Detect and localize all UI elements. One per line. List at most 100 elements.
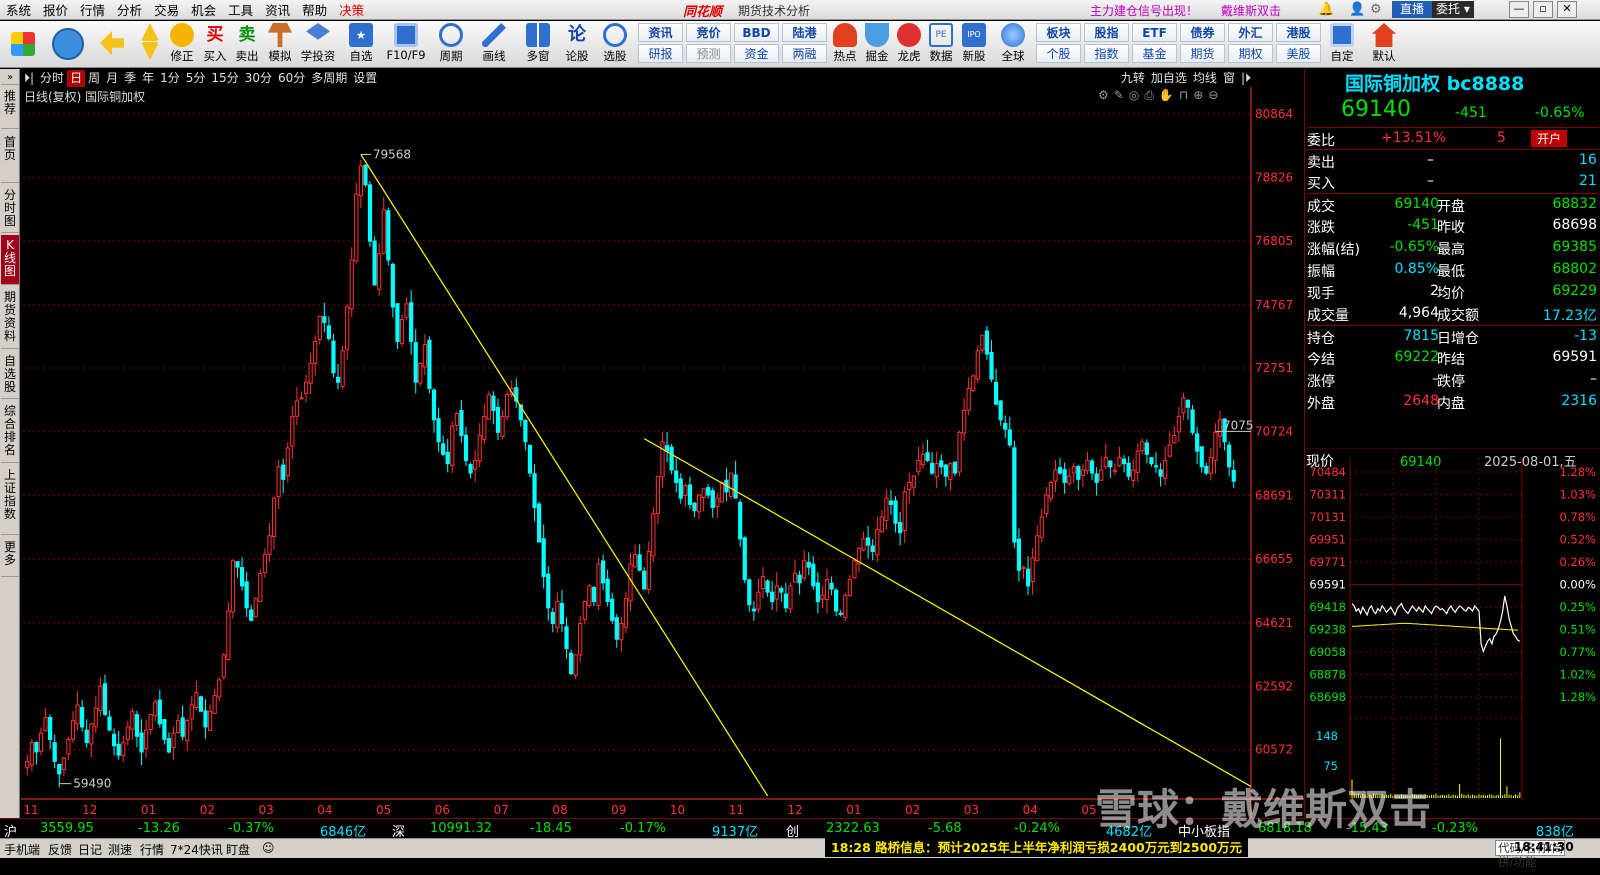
toolbar-btn-0[interactable]: 修正 xyxy=(166,23,198,66)
user-button[interactable]: 委托 ▾ xyxy=(1432,1,1474,18)
left-nav-item-7[interactable]: 上证指数 xyxy=(1,465,19,535)
toolbar-btn-17[interactable]: 全球 xyxy=(994,23,1032,66)
tb-text-bottom-9[interactable]: 美股 xyxy=(1276,44,1321,63)
period-15min[interactable]: 15分 xyxy=(208,70,241,87)
period-30min[interactable]: 30分 xyxy=(242,70,275,87)
period-60min[interactable]: 60分 xyxy=(275,70,308,87)
user-icon[interactable]: 👤 xyxy=(1349,2,1365,17)
zoom-out-icon[interactable]: ⊖ xyxy=(1208,88,1223,102)
promo-link-1[interactable]: 主力建仓信号出现！ xyxy=(1090,2,1198,19)
sh-value[interactable]: 3559.95 xyxy=(40,821,94,836)
eye-icon[interactable]: ◎ xyxy=(1129,88,1144,102)
hand-icon[interactable]: ✋ xyxy=(1159,88,1179,102)
menu-tools[interactable]: 工具 xyxy=(222,0,259,19)
bottom-item-5[interactable]: 7*24快讯 xyxy=(170,841,223,858)
tb-text-bottom-1[interactable]: 预测 xyxy=(686,44,731,63)
left-nav-item-4[interactable]: 期货资料 xyxy=(1,287,19,349)
toolbar-btn-8[interactable]: 画线 xyxy=(474,23,514,66)
toolbar-btn-6[interactable]: F10/F9 xyxy=(384,23,428,66)
tb-text-bottom-4[interactable]: 个股 xyxy=(1036,44,1081,63)
toolbar-btn-5[interactable]: ★ 自选 xyxy=(342,23,380,66)
menu-opportunity[interactable]: 机会 xyxy=(185,0,222,19)
tb-text-top-5[interactable]: 股指 xyxy=(1084,23,1129,42)
toolbar-btn-14[interactable]: 龙虎 xyxy=(894,23,924,66)
tb-text-top-3[interactable]: 陆港 xyxy=(782,23,827,42)
toolbar-btn-16[interactable]: IPO 新股 xyxy=(958,23,990,66)
toolbar-btn-7[interactable]: 周期 xyxy=(430,23,472,66)
draw-icon[interactable]: ✎ xyxy=(1114,88,1129,102)
back-button[interactable] xyxy=(96,23,128,66)
page-up-button[interactable] xyxy=(138,23,162,66)
bottom-item-2[interactable]: 日记 xyxy=(78,841,102,858)
kline-chart[interactable]: 80864 78826 76805 74767 72751 70724 68691 66655… xyxy=(21,87,1304,818)
toolbar-btn-18[interactable]: 自定 xyxy=(1324,23,1360,66)
left-nav-item-3[interactable]: K线图 xyxy=(1,235,19,285)
period-multi[interactable]: 多周期 xyxy=(308,70,350,87)
tb-text-top-8[interactable]: 外汇 xyxy=(1228,23,1273,42)
period-settings[interactable]: 设置 xyxy=(350,70,380,87)
tb-text-bottom-0[interactable]: 研报 xyxy=(638,44,683,63)
promo-link-2[interactable]: 戴维斯双击 xyxy=(1221,2,1281,19)
bottom-item-1[interactable]: 反馈 xyxy=(48,841,72,858)
menu-quote[interactable]: 报价 xyxy=(37,0,74,19)
tb-text-bottom-2[interactable]: 资金 xyxy=(734,44,779,63)
news-ticker[interactable]: 18:28 路桥信息：预计2025年上半年净利润亏损2400万元到2500万元 xyxy=(825,838,1249,857)
toolbar-btn-3[interactable]: 模拟 xyxy=(264,23,296,66)
toolbar-btn-1[interactable]: 买买入 xyxy=(200,23,230,66)
close-button[interactable]: ✕ xyxy=(1557,1,1577,18)
sz-value[interactable]: 10991.32 xyxy=(430,821,492,836)
menu-trade[interactable]: 交易 xyxy=(148,0,185,19)
toolbar-btn-15[interactable]: PE 数据 xyxy=(926,23,956,66)
left-nav-item-8[interactable]: 更多 xyxy=(1,537,19,577)
settings-icon[interactable]: ⚙ xyxy=(1098,88,1114,102)
left-nav-item-0[interactable]: 推荐 xyxy=(1,87,19,129)
tb-text-top-2[interactable]: BBD xyxy=(734,23,779,42)
toolbar-btn-12[interactable]: 热点 xyxy=(830,23,860,66)
menu-news[interactable]: 资讯 xyxy=(259,0,296,19)
tb-text-top-9[interactable]: 港股 xyxy=(1276,23,1321,42)
tb-text-top-7[interactable]: 债券 xyxy=(1180,23,1225,42)
tb-text-top-4[interactable]: 板块 xyxy=(1036,23,1081,42)
menu-decision[interactable]: 决策 xyxy=(333,0,370,19)
bottom-item-3[interactable]: 测速 xyxy=(108,841,132,858)
zoom-in-icon[interactable]: ⊕ xyxy=(1193,88,1208,102)
left-nav-item-5[interactable]: 自选股 xyxy=(1,351,19,399)
menu-market[interactable]: 行情 xyxy=(74,0,111,19)
toolbar-btn-19[interactable]: 默认 xyxy=(1364,23,1404,66)
menu-system[interactable]: 系统 xyxy=(0,0,37,19)
tb-text-top-1[interactable]: 竞价 xyxy=(686,23,731,42)
tb-text-top-0[interactable]: 资讯 xyxy=(638,23,683,42)
period-day[interactable]: 日 xyxy=(67,69,86,87)
bottom-item-6[interactable]: 盯盘 xyxy=(226,841,250,858)
gear-icon[interactable]: ⚙ xyxy=(1370,2,1382,17)
bottom-item-0[interactable]: 手机端 xyxy=(4,841,40,858)
tb-text-bottom-8[interactable]: 期权 xyxy=(1228,44,1273,63)
toolbar-btn-13[interactable]: 掘金 xyxy=(862,23,892,66)
nine-turn-button[interactable]: 九转 xyxy=(1118,70,1148,87)
period-month[interactable]: 月 xyxy=(103,70,121,87)
nav-left-icon[interactable]: ⏵| xyxy=(21,70,37,87)
period-quarter[interactable]: 季 xyxy=(121,70,139,87)
tb-text-bottom-5[interactable]: 指数 xyxy=(1084,44,1129,63)
window-button[interactable]: 窗 xyxy=(1220,70,1238,87)
minimize-button[interactable]: — xyxy=(1509,1,1529,18)
lock-icon[interactable]: ⊓ xyxy=(1179,88,1193,102)
period-week[interactable]: 周 xyxy=(85,70,103,87)
live-button[interactable]: 直播 xyxy=(1392,1,1433,18)
left-nav-item-6[interactable]: 综合排名 xyxy=(1,401,19,463)
menu-help[interactable]: 帮助 xyxy=(296,0,333,19)
toolbar-btn-11[interactable]: 选股 xyxy=(596,23,634,66)
tb-text-bottom-7[interactable]: 期货 xyxy=(1180,44,1225,63)
bell-icon[interactable]: 🔔 xyxy=(1318,2,1334,17)
tb-text-top-6[interactable]: ETF xyxy=(1132,23,1177,42)
maximize-button[interactable]: ▫ xyxy=(1533,1,1553,18)
layout-button[interactable] xyxy=(6,23,40,66)
cy-value[interactable]: 2322.63 xyxy=(826,821,880,836)
toolbar-btn-9[interactable]: 多窗 xyxy=(518,23,558,66)
toolbar-btn-10[interactable]: 论论股 xyxy=(562,23,592,66)
left-nav-item-2[interactable]: 分时图 xyxy=(1,185,19,233)
tb-text-bottom-6[interactable]: 基金 xyxy=(1132,44,1177,63)
print-icon[interactable]: ⎙ xyxy=(1144,88,1159,102)
period-1min[interactable]: 1分 xyxy=(157,70,183,87)
toolbar-btn-4[interactable]: 学投资 xyxy=(298,23,338,66)
